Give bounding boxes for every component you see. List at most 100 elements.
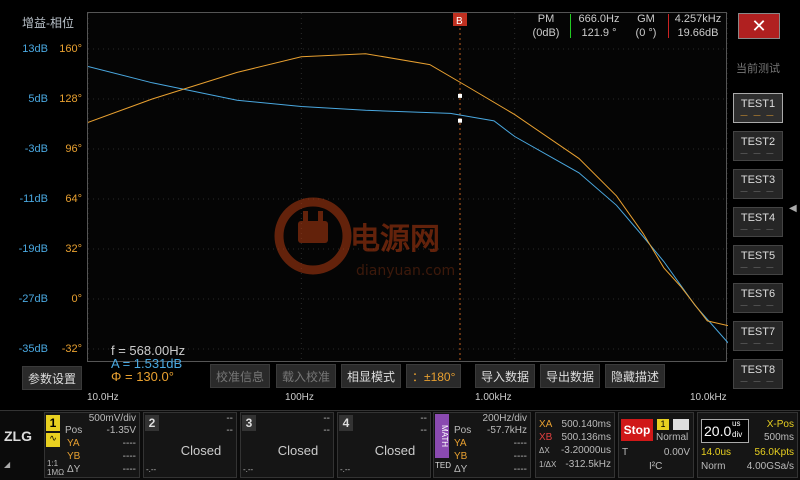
pm-label: PM [537, 13, 555, 25]
gm-value: 19.66dB [677, 27, 719, 39]
gm-divider [668, 14, 669, 38]
math-ya-label: YA [454, 438, 467, 449]
test-button-8[interactable]: TEST8 — — — [733, 359, 783, 389]
gm-value-block: 4.257kHz 19.66dB [672, 12, 724, 40]
math-scale: 200Hz/div [482, 413, 527, 424]
delay-value: 14.0us [701, 447, 732, 458]
close-icon: ✕ [751, 16, 767, 36]
test-button-6[interactable]: TEST6 — — — [733, 283, 783, 313]
channel-4-panel[interactable]: 4 -- -- Closed -.-- [337, 412, 431, 478]
test-trace-indicator: — — — [740, 340, 776, 347]
close-button[interactable]: ✕ [738, 13, 780, 39]
test-label: TEST2 [740, 136, 776, 148]
signal-icon: ◢ [4, 460, 11, 469]
gain-tick: -27dB [18, 293, 48, 305]
ch2-status: Closed [180, 443, 222, 458]
test-label: TEST1 [740, 98, 776, 110]
phase-tick: 160° [59, 43, 82, 55]
test-label: TEST6 [740, 288, 776, 300]
test-trace-indicator: — — — [740, 302, 776, 309]
bode-plot-area[interactable]: 电源网 dianyuan.com B [87, 12, 728, 363]
test-button-3[interactable]: TEST3 — — — [733, 169, 783, 199]
test-label: TEST8 [740, 364, 776, 376]
hide-description-button[interactable]: 隐藏描述 [605, 364, 666, 388]
pm-freq: 666.0Hz [578, 13, 620, 25]
test-button-4[interactable]: TEST4 — — — [733, 207, 783, 237]
run-stop-button[interactable]: Stop [621, 419, 653, 441]
cursor-readout: f = 568.00Hz A = 1.531dB Φ = 130.0° [111, 344, 185, 383]
gain-tick: -11dB [19, 193, 48, 205]
gain-tick: 5dB [28, 93, 48, 105]
gm-freq: 4.257kHz [674, 13, 722, 25]
watermark-sub: dianyuan.com [356, 263, 455, 279]
sidebar-expand-icon[interactable]: ◀ [789, 203, 797, 214]
ch1-pos-label: Pos [65, 425, 83, 436]
inv-dx-label: 1/ΔX [539, 460, 557, 469]
math-channel-panel[interactable]: MATH 200Hz/div Pos -57.7kHz YA ---- YB -… [433, 412, 531, 478]
x-tick: 10.0kHz [690, 392, 727, 403]
x-tick: 100Hz [285, 392, 314, 403]
ch3-pos-value: -- [323, 425, 330, 436]
ch1-dy-value: ---- [122, 464, 136, 475]
settings-button[interactable]: 参数设置 [22, 366, 83, 390]
math-pos-value: -57.7kHz [486, 425, 527, 436]
channel-1-panel[interactable]: 1 ∿ 500mV/div Pos -1.35V YA ---- YB ----… [44, 412, 140, 478]
test-label: TEST5 [740, 250, 776, 262]
channel-3-number: 3 [242, 415, 256, 431]
readout-phase: Φ = 130.0° [111, 369, 174, 384]
ch1-impedance: 1MΩ [47, 468, 65, 477]
ch3-status: Closed [277, 443, 319, 458]
dx-value: -3.20000us [560, 445, 611, 456]
trigger-panel[interactable]: Stop 1 Normal T 0.00V I²C [618, 412, 694, 478]
pm-sub: (0dB) [532, 27, 560, 39]
test-button-5[interactable]: TEST5 — — — [733, 245, 783, 275]
phase-tick: 0° [71, 293, 82, 305]
ch4-scale: -- [420, 413, 427, 424]
test-button-2[interactable]: TEST2 — — — [733, 131, 783, 161]
gain-curve [88, 66, 728, 344]
x-tick: 10.0Hz [87, 392, 119, 403]
ch2-dash: -.-- [146, 465, 157, 474]
phase-mode-button[interactable]: 相显模式 [341, 364, 402, 388]
xa-label: XA [539, 419, 553, 430]
gm-label: GM [637, 13, 655, 25]
trigger-source: 1 [657, 419, 669, 430]
brand-logo: ZLG [4, 428, 32, 444]
ch1-probe-ratio: 1:1 [47, 459, 59, 468]
ch1-pos-value: -1.35V [106, 425, 136, 436]
ch1-yb-label: YB [67, 451, 81, 462]
math-yb-value: ---- [513, 451, 527, 462]
gm-sub: (0 °) [635, 27, 657, 39]
acquire-mode: Norm [701, 461, 726, 472]
pm-value-block: 666.0Hz 121.9 ° [575, 12, 623, 40]
timebase-panel[interactable]: 20.0 us div X-Pos 500ms 14.0us 56.0Kpts … [697, 412, 798, 478]
test-button-1[interactable]: TEST1 — — — [733, 93, 783, 123]
watermark-logo: 电源网 dianyuan.com [274, 197, 455, 279]
phase-range-button[interactable]: ：±180° [406, 364, 462, 388]
xa-value: 500.140ms [561, 419, 611, 430]
plot-title: 增益-相位 [22, 16, 74, 30]
trigger-level-label: T [622, 447, 629, 458]
ch1-ya-label: YA [67, 438, 80, 449]
channel-1-number: 1 [46, 415, 60, 431]
channel-3-panel[interactable]: 3 -- -- Closed -.-- [240, 412, 334, 478]
test-trace-indicator: — — — [740, 226, 776, 233]
ch4-dash: -.-- [340, 465, 351, 474]
channel-2-panel[interactable]: 2 -- -- Closed -.-- [143, 412, 237, 478]
calib-info-button[interactable]: 校准信息 [210, 364, 271, 388]
test-button-7[interactable]: TEST7 — — — [733, 321, 783, 351]
test-trace-indicator: — — — [740, 112, 776, 119]
timebase-unit-top: us [732, 419, 741, 428]
test-trace-indicator: — — — [740, 150, 776, 157]
memory-depth: 56.0Kpts [754, 447, 794, 458]
gain-tick: 13dB [22, 43, 48, 55]
cursor-measure-panel[interactable]: XA 500.140ms XB 500.136ms ΔX -3.20000us … [535, 412, 615, 478]
phase-tick: -32° [61, 343, 82, 355]
phase-tick: 96° [65, 143, 82, 155]
import-data-button[interactable]: 导入数据 [475, 364, 536, 388]
export-data-button[interactable]: 导出数据 [540, 364, 601, 388]
math-ya-value: ---- [513, 438, 527, 449]
load-calib-button[interactable]: 载入校准 [276, 364, 337, 388]
bode-chart: 电源网 dianyuan.com B [88, 13, 728, 363]
ch3-scale: -- [323, 413, 330, 424]
